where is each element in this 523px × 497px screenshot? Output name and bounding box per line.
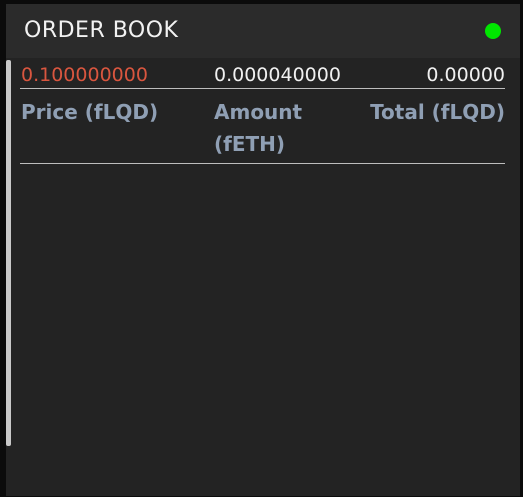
column-header-amount: Amount (fETH) (214, 100, 303, 156)
panel-title: ORDER BOOK (24, 18, 179, 43)
column-header-total: Total (fLQD) (370, 100, 505, 124)
order-amount: 0.000040000 (214, 64, 341, 86)
panel-header: ORDER BOOK (6, 4, 520, 58)
order-total: 0.00000 (426, 64, 505, 86)
vertical-scrollbar[interactable] (6, 60, 11, 446)
connection-status-indicator (485, 23, 501, 39)
column-header-price: Price (fLQD) (21, 100, 159, 124)
header-divider (20, 163, 505, 164)
order-price: 0.100000000 (21, 64, 148, 86)
order-row[interactable]: 0.100000000 0.000040000 0.00000 (20, 62, 505, 89)
order-book-panel: ORDER BOOK 0.100000000 0.000040000 0.000… (6, 4, 520, 496)
